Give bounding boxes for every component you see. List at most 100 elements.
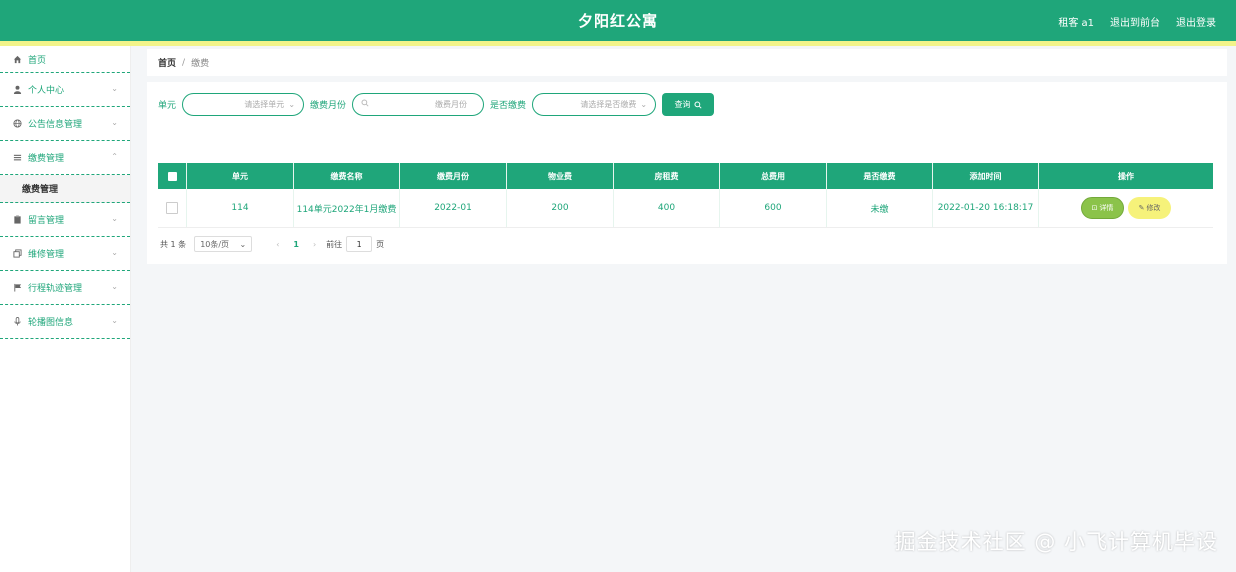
cell-unit: 114: [187, 189, 294, 227]
breadcrumb-home[interactable]: 首页: [158, 56, 176, 69]
header-total: 总费用: [720, 163, 827, 189]
paid-select[interactable]: 请选择是否缴费 ⌄: [532, 93, 657, 116]
detail-icon: ⊡: [1091, 204, 1098, 212]
header-unit: 单元: [187, 163, 294, 189]
header-paid: 是否缴费: [827, 163, 933, 189]
edit-button[interactable]: ✎ 修改: [1128, 197, 1171, 219]
query-button[interactable]: 查询: [662, 93, 715, 116]
chevron-down-icon: ⌄: [111, 316, 118, 325]
current-page[interactable]: 1: [293, 240, 299, 249]
header-property-fee: 物业费: [507, 163, 614, 189]
total-count: 共 1 条: [160, 239, 187, 249]
cell-total: 600: [720, 189, 827, 227]
chevron-down-icon: ⌄: [640, 100, 648, 109]
header-month: 缴费月份: [400, 163, 507, 189]
sidebar-item-label: 行程轨迹管理: [28, 284, 83, 294]
user-icon: [12, 85, 22, 95]
sidebar-item-label: 轮播图信息: [28, 318, 74, 328]
sidebar-item-repair[interactable]: 维修管理 ⌄: [0, 237, 130, 271]
chevron-down-icon: ⌄: [111, 282, 118, 291]
header-actions: 操作: [1118, 171, 1134, 181]
sidebar-item-label: 首页: [28, 55, 47, 66]
search-icon: [694, 100, 702, 109]
table-header: 单元 缴费名称 缴费月份 物业费 房租费 总费用 是否缴费 添加时间 操作: [158, 163, 1213, 189]
sidebar-item-label: 留言管理: [28, 216, 65, 226]
unit-select-placeholder: 请选择单元: [244, 100, 285, 109]
goto-page-input[interactable]: 1: [346, 236, 373, 252]
detail-button-label: 详情: [1099, 204, 1114, 212]
table-row: 114 114单元2022年1月缴费 2022-01 200 400 600 未…: [158, 189, 1213, 228]
sidebar-item-messages[interactable]: 留言管理 ⌄: [0, 203, 130, 237]
select-all-cell: [158, 163, 187, 189]
search-icon: [361, 99, 369, 110]
cell-rent-fee: 400: [614, 189, 720, 227]
sidebar: 首页 个人中心 ⌄ 公告信息管理 ⌄ 缴费管理 ⌃ 缴费管理 留言管理 ⌄ 维修…: [0, 46, 131, 572]
detail-button[interactable]: ⊡ 详情: [1081, 197, 1124, 219]
row-select-cell: [158, 189, 187, 227]
prev-page-icon[interactable]: ‹: [276, 240, 279, 249]
month-label: 缴费月份: [310, 101, 347, 111]
header-name: 缴费名称: [294, 163, 400, 189]
row-checkbox[interactable]: [166, 202, 178, 214]
flag-icon: [12, 283, 22, 293]
globe-icon: [12, 119, 22, 129]
month-input[interactable]: 缴费月份: [352, 93, 485, 116]
sidebar-item-label: 维修管理: [28, 250, 65, 260]
select-all-checkbox[interactable]: [167, 171, 177, 181]
breadcrumb: 首页 / 缴费: [147, 49, 1227, 76]
edit-icon: ✎: [1138, 204, 1145, 212]
cell-month: 2022-01: [400, 189, 507, 227]
chevron-down-icon: ⌄: [111, 248, 118, 257]
sidebar-item-carousel[interactable]: 轮播图信息 ⌄: [0, 305, 130, 339]
edit-button-label: 修改: [1146, 204, 1161, 212]
search-form: 单元 请选择单元 ⌄ 缴费月份 缴费月份 是否缴费 请选择是否缴费 ⌄ 查询: [158, 93, 715, 116]
page-unit-label: 页: [376, 239, 385, 249]
sidebar-item-payment[interactable]: 缴费管理 ⌃: [0, 141, 130, 175]
watermark: 掘金技术社区 @ 小飞计算机毕设: [894, 530, 1218, 554]
cell-property-fee: 200: [507, 189, 614, 227]
sidebar-item-label: 个人中心: [28, 86, 65, 96]
copy-icon: [12, 249, 22, 259]
goto-label: 前往: [326, 239, 343, 249]
sidebar-subitem-payment[interactable]: 缴费管理: [0, 175, 130, 203]
back-to-frontend-link[interactable]: 退出到前台: [1110, 14, 1160, 29]
breadcrumb-separator: /: [182, 57, 186, 68]
paid-select-placeholder: 请选择是否缴费: [580, 100, 637, 109]
unit-label: 单元: [158, 101, 177, 111]
paid-label: 是否缴费: [490, 101, 527, 111]
chevron-up-icon: ⌃: [111, 152, 118, 161]
top-links: 租客 a1 退出到前台 退出登录: [1058, 14, 1216, 29]
cell-paid: 未缴: [827, 189, 933, 227]
cell-created: 2022-01-20 16:18:17: [933, 189, 1039, 227]
next-page-icon[interactable]: ›: [313, 240, 316, 249]
chevron-down-icon: ⌄: [288, 100, 296, 109]
sidebar-item-trajectory[interactable]: 行程轨迹管理 ⌄: [0, 271, 130, 305]
home-icon: [12, 54, 22, 64]
breadcrumb-current: 缴费: [191, 59, 210, 69]
page-size-select[interactable]: 10条/页 ⌄: [194, 236, 253, 252]
sidebar-item-personal-center[interactable]: 个人中心 ⌄: [0, 73, 130, 107]
month-input-placeholder: 缴费月份: [435, 100, 468, 109]
sidebar-item-home[interactable]: 首页: [0, 46, 130, 73]
mic-icon: [12, 317, 22, 327]
pagination: 共 1 条 10条/页 ⌄ ‹ 1 › 前往 1 页: [160, 236, 384, 252]
payment-table: 单元 缴费名称 缴费月份 物业费 房租费 总费用 是否缴费 添加时间 操作 11…: [158, 163, 1213, 228]
chevron-down-icon: ⌄: [239, 239, 247, 249]
app-title: 夕阳红公寓: [577, 12, 658, 30]
sidebar-item-announcements[interactable]: 公告信息管理 ⌄: [0, 107, 130, 141]
chevron-down-icon: ⌄: [111, 84, 118, 93]
header-rent-fee: 房租费: [614, 163, 720, 189]
chevron-down-icon: ⌄: [111, 118, 118, 127]
page-size-value: 10条/页: [200, 239, 230, 249]
unit-select[interactable]: 请选择单元 ⌄: [182, 93, 305, 116]
sidebar-item-label: 缴费管理: [28, 154, 65, 164]
logout-link[interactable]: 退出登录: [1176, 14, 1216, 29]
main-content: 单元 请选择单元 ⌄ 缴费月份 缴费月份 是否缴费 请选择是否缴费 ⌄ 查询 单…: [147, 82, 1227, 264]
sidebar-item-label: 公告信息管理: [28, 120, 83, 130]
top-bar-stripe: [0, 41, 1236, 46]
header-created: 添加时间: [933, 163, 1039, 189]
query-button-label: 查询: [674, 100, 691, 109]
user-label: 租客 a1: [1058, 18, 1094, 29]
cell-actions: ⊡ 详情 ✎ 修改: [1039, 189, 1213, 227]
list-icon: [12, 153, 22, 163]
